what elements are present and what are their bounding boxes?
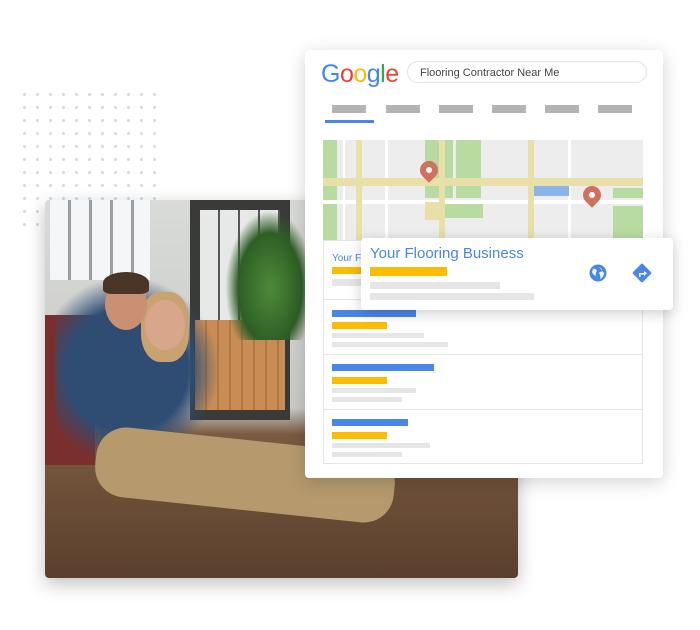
list-item[interactable] xyxy=(324,354,642,410)
list-item[interactable] xyxy=(324,409,642,465)
google-logo: Google xyxy=(321,60,399,88)
tab-3[interactable] xyxy=(439,105,473,113)
tab-4[interactable] xyxy=(492,105,526,113)
tab-2[interactable] xyxy=(386,105,420,113)
globe-icon[interactable] xyxy=(589,264,607,282)
business-listing-popup[interactable]: Your Flooring Business xyxy=(361,238,673,310)
tab-5[interactable] xyxy=(545,105,579,113)
tab-6[interactable] xyxy=(598,105,632,113)
active-tab-indicator xyxy=(325,120,374,123)
result-title: Your F xyxy=(332,253,362,264)
map[interactable] xyxy=(323,140,643,240)
rating-bar xyxy=(370,267,447,276)
search-input[interactable]: Flooring Contractor Near Me xyxy=(407,61,647,83)
tab-1[interactable] xyxy=(332,105,366,113)
directions-icon[interactable] xyxy=(631,262,653,284)
business-name[interactable]: Your Flooring Business xyxy=(370,245,524,262)
